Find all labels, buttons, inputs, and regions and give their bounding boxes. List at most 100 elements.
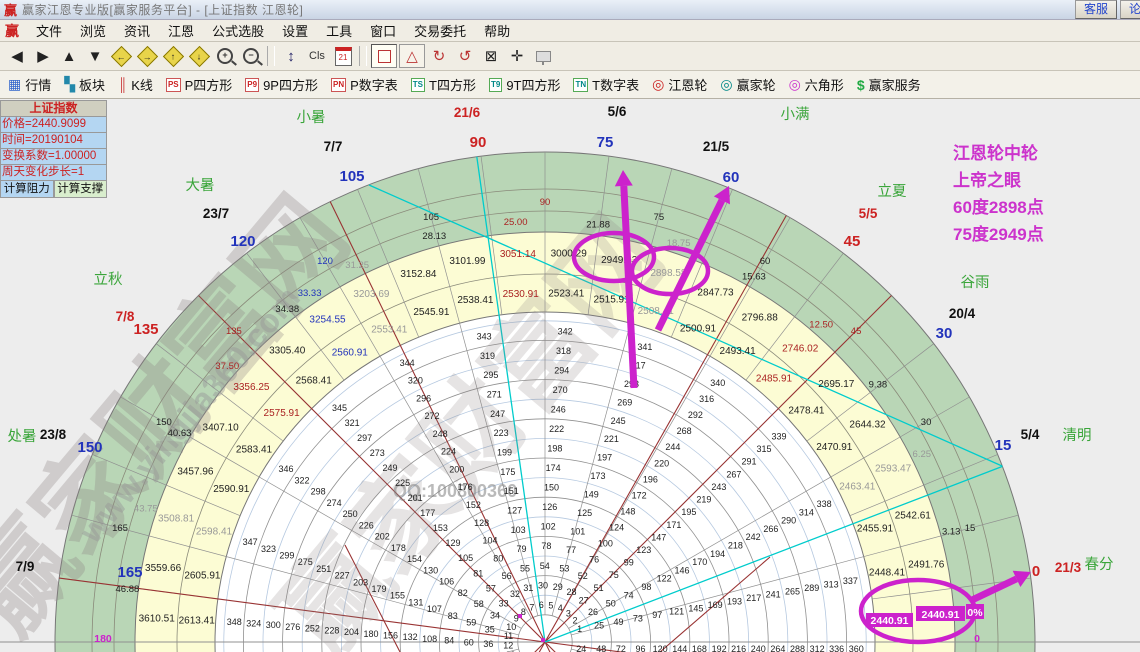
svg-text:3457.96: 3457.96 (177, 467, 214, 478)
svg-text:222: 222 (549, 424, 564, 434)
cls-button[interactable]: Cls (305, 45, 329, 67)
svg-text:50: 50 (606, 599, 616, 609)
svg-text:59: 59 (466, 618, 476, 628)
feature-6[interactable]: TST四方形 (411, 75, 476, 94)
wheel-annotation: 江恩轮中轮 上帝之眼 60度2898点 75度2949点 (953, 140, 1044, 248)
diamond-down-icon[interactable]: ↓ (187, 45, 211, 67)
svg-text:小满: 小满 (781, 106, 810, 123)
move-cross-icon[interactable]: ✛ (505, 45, 529, 67)
nav-right-icon[interactable]: ▶ (31, 45, 55, 67)
svg-text:23/8: 23/8 (40, 427, 67, 442)
menu-news[interactable]: 资讯 (115, 21, 159, 40)
updown-icon[interactable]: ↕ (279, 45, 303, 67)
svg-text:74: 74 (624, 590, 634, 600)
svg-text:27: 27 (579, 596, 589, 606)
menu-formula-stock[interactable]: 公式选股 (203, 21, 273, 40)
svg-text:2440.91: 2440.91 (922, 609, 960, 621)
svg-text:2644.32: 2644.32 (849, 420, 886, 431)
service-button[interactable]: 客服 (1075, 0, 1117, 19)
feature-10[interactable]: ◎赢家轮 (720, 75, 775, 94)
svg-text:5: 5 (548, 601, 553, 611)
rotate-cw-icon[interactable]: ↻ (427, 45, 451, 67)
svg-text:177: 177 (420, 508, 435, 518)
feature-0[interactable]: ▦行情 (8, 75, 51, 94)
calc-resistance-button[interactable]: 计算阻力 (0, 181, 54, 198)
separator (359, 46, 367, 66)
tri-up-icon[interactable]: ▲ (57, 45, 81, 67)
info-panel: 上证指数 价格=2440.9099 时间=20190104 变换系数=1.000… (0, 100, 107, 198)
feature-3[interactable]: PSP四方形 (166, 75, 232, 94)
svg-text:2: 2 (572, 615, 577, 625)
svg-text:347: 347 (243, 537, 258, 547)
calendar-icon[interactable]: 21 (331, 45, 355, 67)
forum-button[interactable]: 论坛 (1120, 0, 1140, 19)
tri-down-icon[interactable]: ▼ (83, 45, 107, 67)
feature-label: 9P四方形 (263, 75, 318, 94)
menu-help[interactable]: 帮助 (475, 21, 519, 40)
svg-text:26: 26 (588, 607, 598, 617)
zoom-in-icon[interactable]: + (213, 45, 237, 67)
feature-4[interactable]: P99P四方形 (245, 75, 318, 94)
nav-left-icon[interactable]: ◀ (5, 45, 29, 67)
svg-text:3610.51: 3610.51 (139, 613, 176, 624)
triangle-tool-icon[interactable]: △ (399, 44, 425, 68)
svg-text:154: 154 (407, 554, 422, 564)
feature-11[interactable]: ◎六角形 (789, 75, 844, 94)
svg-text:37.50: 37.50 (215, 361, 239, 372)
xbox-icon[interactable]: ⊠ (479, 45, 503, 67)
feature-5[interactable]: PNP数字表 (331, 75, 398, 94)
svg-text:345: 345 (332, 403, 347, 413)
svg-text:25.00: 25.00 (504, 217, 528, 228)
svg-text:107: 107 (427, 604, 442, 614)
projector-icon[interactable] (531, 45, 555, 67)
svg-text:292: 292 (688, 410, 703, 420)
svg-text:9.38: 9.38 (869, 379, 888, 390)
svg-text:处暑: 处暑 (8, 428, 37, 445)
calc-support-button[interactable]: 计算支撑 (54, 181, 108, 198)
menu-file[interactable]: 文件 (27, 21, 71, 40)
svg-text:2515.91: 2515.91 (594, 294, 631, 305)
svg-text:2485.91: 2485.91 (756, 374, 793, 385)
menu-gann[interactable]: 江恩 (159, 21, 203, 40)
feature-2[interactable]: ║K线 (118, 75, 153, 94)
menu-trade[interactable]: 交易委托 (405, 21, 475, 40)
svg-text:199: 199 (497, 448, 512, 458)
svg-text:30: 30 (936, 325, 953, 342)
svg-text:2568.41: 2568.41 (296, 376, 333, 387)
svg-text:28: 28 (566, 587, 576, 597)
feature-label: 行情 (25, 75, 51, 94)
svg-text:315: 315 (756, 444, 771, 454)
rotate-ccw-icon[interactable]: ↺ (453, 45, 477, 67)
menu-window[interactable]: 窗口 (361, 21, 405, 40)
svg-text:178: 178 (391, 543, 406, 553)
svg-text:3101.99: 3101.99 (449, 256, 486, 267)
feature-8[interactable]: TNT数字表 (573, 75, 639, 94)
feature-9[interactable]: ◎江恩轮 (652, 75, 707, 94)
svg-text:151: 151 (504, 486, 519, 496)
feature-7[interactable]: T99T四方形 (489, 75, 561, 94)
diamond-right-icon[interactable]: → (135, 45, 159, 67)
zoom-out-icon[interactable]: − (239, 45, 263, 67)
svg-text:223: 223 (494, 428, 509, 438)
svg-text:83: 83 (448, 611, 458, 621)
feature-label: 六角形 (805, 75, 844, 94)
svg-text:2545.91: 2545.91 (413, 307, 450, 318)
diamond-up-icon[interactable]: ↑ (161, 45, 185, 67)
svg-text:320: 320 (408, 376, 423, 386)
diamond-left-icon[interactable]: ← (109, 45, 133, 67)
menu-settings[interactable]: 设置 (273, 21, 317, 40)
svg-text:338: 338 (817, 499, 832, 509)
svg-text:98: 98 (641, 582, 651, 592)
svg-text:192: 192 (712, 644, 727, 652)
window-title: 赢家江恩专业版[赢家服务平台] - [上证指数 江恩轮] (22, 1, 303, 18)
menu-tools[interactable]: 工具 (317, 21, 361, 40)
square-tool-icon[interactable] (371, 44, 397, 68)
feature-12[interactable]: $赢家服务 (857, 75, 921, 94)
svg-text:2493.41: 2493.41 (720, 346, 757, 357)
feature-1[interactable]: ▚板块 (64, 75, 105, 94)
svg-text:2530.91: 2530.91 (503, 289, 540, 300)
svg-text:2542.61: 2542.61 (895, 510, 932, 521)
svg-text:31: 31 (523, 583, 533, 593)
menu-browse[interactable]: 浏览 (71, 21, 115, 40)
svg-text:150: 150 (156, 417, 172, 428)
